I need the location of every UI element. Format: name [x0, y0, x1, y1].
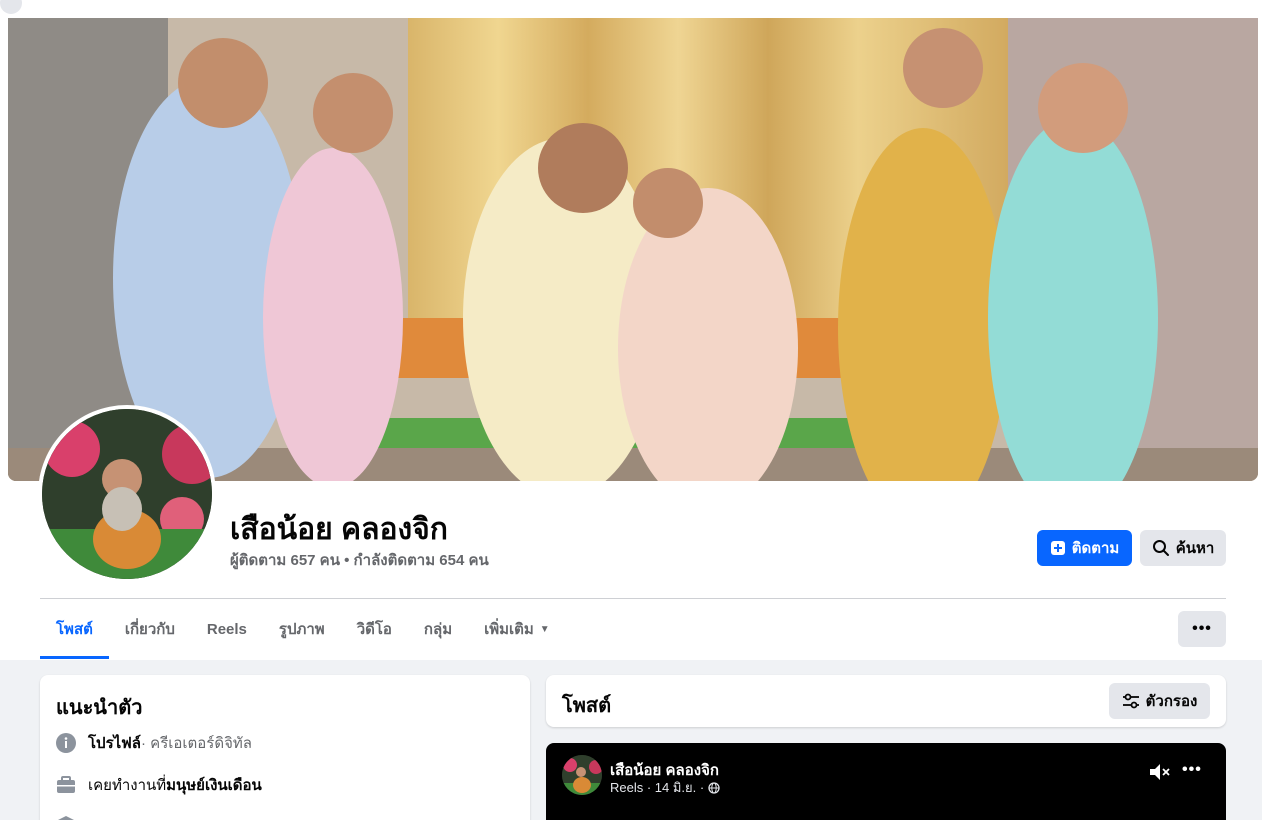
reel-meta: Reels · 14 มิ.ย. · [610, 777, 720, 798]
filter-button[interactable]: ตัวกรอง [1109, 683, 1210, 719]
avatar-image [42, 409, 212, 579]
graduation-cap-icon [56, 813, 76, 820]
intro-profile-type: โปรไฟล์ [88, 735, 141, 752]
tab-label: โพสต์ [56, 621, 93, 638]
nav-icon[interactable] [0, 0, 22, 14]
tab-reels[interactable]: Reels [191, 599, 263, 659]
intro-work-prefix: เคยทำงานที่ [88, 777, 167, 794]
profile-follow-stats[interactable]: ผู้ติดตาม 657 คน • กำลังติดตาม 654 คน [230, 548, 489, 572]
follow-button[interactable]: ติดตาม [1037, 530, 1132, 566]
search-icon [1152, 539, 1170, 557]
reel-more-options-button[interactable]: ••• [1182, 761, 1202, 779]
more-options-button[interactable]: ••• [1178, 611, 1226, 647]
reel-author-avatar[interactable] [562, 755, 602, 795]
tab-photos[interactable]: รูปภาพ [263, 599, 341, 659]
profile-name: เสือน้อย คลองจิก [230, 513, 448, 546]
intro-row-work: เคยทำงานที่ มนุษย์เงินเดือน [56, 773, 262, 797]
globe-icon [708, 781, 720, 794]
posts-header-card: โพสต์ ตัวกรอง [546, 675, 1226, 727]
search-label: ค้นหา [1175, 540, 1215, 557]
reel-post-card[interactable]: เสือน้อย คลองจิก Reels · 14 มิ.ย. · ••• [546, 743, 1226, 820]
tab-label: Reels [206, 620, 247, 638]
tab-more[interactable]: เพิ่มเติม ▼ [468, 599, 566, 659]
tab-label: กลุ่ม [423, 621, 453, 638]
filter-label: ตัวกรอง [1145, 693, 1198, 710]
info-icon [56, 733, 76, 753]
follow-plus-icon [1050, 540, 1066, 556]
tab-groups[interactable]: กลุ่ม [408, 599, 468, 659]
cover-photo[interactable] [8, 18, 1258, 481]
tab-label: รูปภาพ [278, 621, 325, 638]
intro-title: แนะนำตัว [56, 697, 143, 719]
follow-label: ติดตาม [1071, 540, 1120, 557]
tab-label: เกี่ยวกับ [124, 621, 175, 638]
profile-tabs: โพสต์ เกี่ยวกับ Reels รูปภาพ วิดีโอ กลุ่… [40, 599, 566, 659]
tab-label: วิดีโอ [356, 621, 392, 638]
mute-speaker-icon[interactable] [1149, 763, 1171, 781]
tab-about[interactable]: เกี่ยวกับ [109, 599, 191, 659]
search-button[interactable]: ค้นหา [1140, 530, 1226, 566]
intro-row-education [56, 813, 88, 820]
tab-posts[interactable]: โพสต์ [40, 599, 109, 659]
filter-sliders-icon [1122, 692, 1140, 710]
tab-videos[interactable]: วิดีโอ [341, 599, 408, 659]
intro-work-employer[interactable]: มนุษย์เงินเดือน [166, 773, 262, 797]
intro-card: แนะนำตัว โปรไฟล์ · ครีเอเตอร์ดิจิทัล เคย… [40, 675, 530, 820]
intro-row-profile: โปรไฟล์ · ครีเอเตอร์ดิจิทัล [56, 731, 252, 755]
caret-down-icon: ▼ [539, 623, 550, 635]
top-navigation-bar [0, 0, 1262, 18]
intro-profile-category: · ครีเอเตอร์ดิจิทัล [141, 735, 252, 752]
reel-meta-text[interactable]: Reels · 14 มิ.ย. · [610, 777, 704, 798]
posts-title: โพสต์ [562, 695, 612, 717]
profile-avatar[interactable] [38, 405, 216, 583]
profile-header: เสือน้อย คลองจิก ผู้ติดตาม 657 คน • กำลั… [0, 18, 1262, 660]
tab-label: เพิ่มเติม [484, 621, 534, 638]
briefcase-icon [56, 775, 76, 795]
